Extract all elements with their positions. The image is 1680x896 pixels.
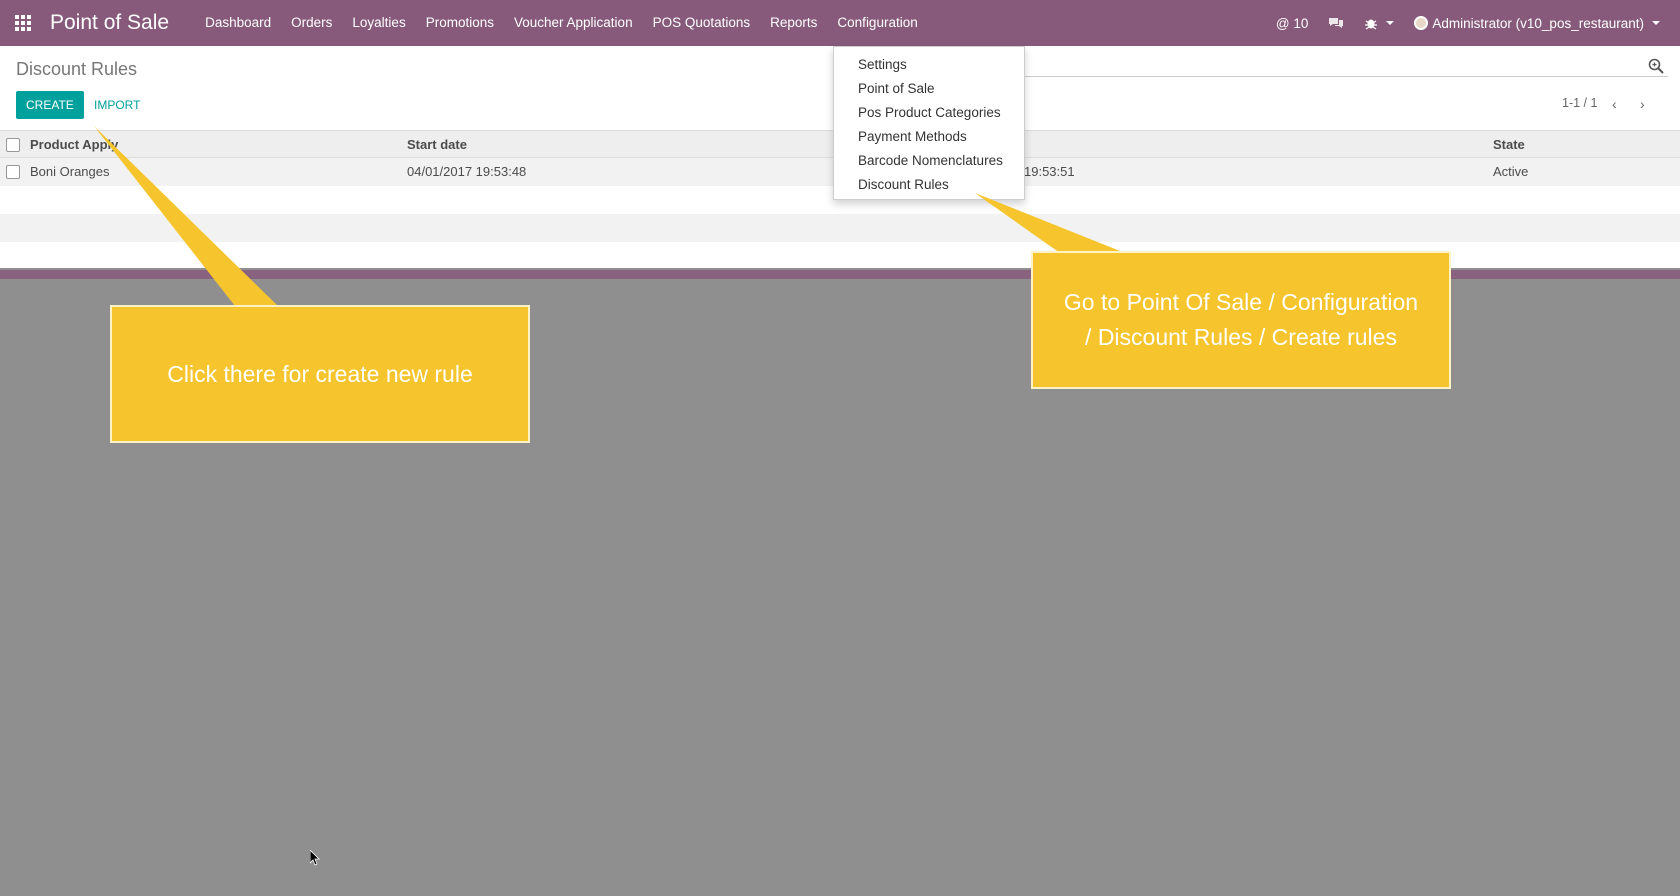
- chevron-left-icon[interactable]: ‹: [1612, 96, 1617, 112]
- chevron-right-icon[interactable]: ›: [1640, 96, 1645, 112]
- configuration-dropdown: Settings Point of Sale Pos Product Categ…: [833, 46, 1025, 200]
- chevron-down-icon: [1652, 21, 1660, 25]
- menu-configuration[interactable]: Configuration: [827, 0, 927, 46]
- apps-menu-icon[interactable]: [0, 0, 46, 46]
- dropdown-item-settings[interactable]: Settings: [834, 53, 1024, 77]
- app-title: Point of Sale: [50, 11, 170, 34]
- dropdown-item-discount-rules[interactable]: Discount Rules: [834, 173, 1024, 197]
- callout-navigation-instructions: Go to Point Of Sale / Configuration / Di…: [1031, 251, 1451, 389]
- row-start-date: 04/01/2017 19:53:48: [407, 164, 527, 179]
- chevron-down-icon: [1386, 21, 1395, 25]
- dropdown-item-point-of-sale[interactable]: Point of Sale: [834, 77, 1024, 101]
- top-navbar: Point of Sale Dashboard Orders Loyalties…: [0, 0, 1680, 46]
- table-row-empty: [0, 214, 1680, 242]
- row-product: Boni Oranges: [30, 164, 110, 179]
- main-menu: Dashboard Orders Loyalties Promotions Vo…: [195, 0, 928, 46]
- pager-value[interactable]: 1-1 / 1: [1562, 96, 1597, 110]
- import-button[interactable]: IMPORT: [94, 91, 140, 119]
- create-button[interactable]: CREATE: [16, 91, 84, 119]
- dropdown-item-payment-methods[interactable]: Payment Methods: [834, 125, 1024, 149]
- row-end-date: 19:53:51: [1024, 164, 1075, 179]
- navbar-systray: @ 10 Administrator (v10_pos_restaurant): [1266, 0, 1680, 46]
- callout-create-rule: Click there for create new rule: [110, 305, 530, 443]
- menu-pos-quotations[interactable]: POS Quotations: [643, 0, 761, 46]
- user-menu[interactable]: Administrator (v10_pos_restaurant): [1404, 16, 1670, 31]
- menu-reports[interactable]: Reports: [760, 0, 827, 46]
- menu-promotions[interactable]: Promotions: [416, 0, 504, 46]
- menu-loyalties[interactable]: Loyalties: [342, 0, 415, 46]
- row-checkbox[interactable]: [6, 165, 20, 179]
- search-input[interactable]: [1024, 76, 1668, 77]
- page-title: Discount Rules: [16, 59, 138, 79]
- column-state[interactable]: State: [1493, 131, 1525, 159]
- avatar: [1414, 16, 1429, 30]
- search-icon[interactable]: [1648, 58, 1664, 74]
- menu-dashboard[interactable]: Dashboard: [195, 0, 281, 46]
- user-name: Administrator (v10_pos_restaurant): [1432, 15, 1644, 31]
- row-state: Active: [1493, 164, 1529, 179]
- chat-icon[interactable]: [1318, 16, 1354, 30]
- select-all-checkbox[interactable]: [6, 138, 20, 152]
- menu-orders[interactable]: Orders: [281, 0, 342, 46]
- mouse-cursor-icon: [310, 850, 320, 866]
- mentions-counter[interactable]: @ 10: [1266, 16, 1318, 31]
- menu-voucher-application[interactable]: Voucher Application: [504, 0, 643, 46]
- dropdown-item-pos-product-categories[interactable]: Pos Product Categories: [834, 101, 1024, 125]
- debug-bug-icon[interactable]: [1354, 16, 1404, 30]
- column-start-date[interactable]: Start date: [407, 131, 467, 159]
- column-product-apply[interactable]: Product Apply: [30, 131, 118, 159]
- dropdown-item-barcode-nomenclatures[interactable]: Barcode Nomenclatures: [834, 149, 1024, 173]
